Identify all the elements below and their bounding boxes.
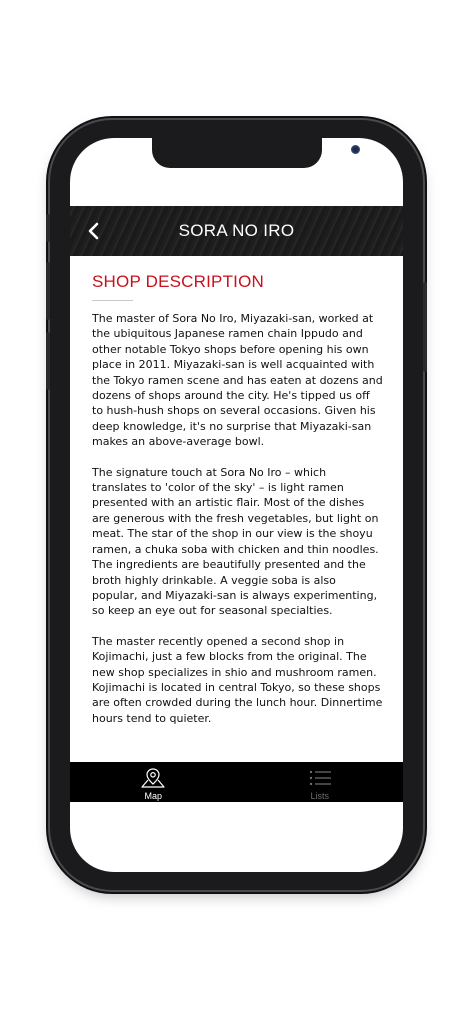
phone-screen: SORA NO IRO SHOP DESCRIPTION The master …: [70, 138, 403, 872]
camera-icon: [351, 145, 360, 154]
power-button: [423, 282, 427, 372]
mute-switch: [46, 214, 50, 242]
section-divider: [92, 300, 133, 301]
description-paragraph: The master of Sora No Iro, Miyazaki-san,…: [92, 312, 383, 449]
chevron-left-icon[interactable]: [84, 221, 104, 241]
tab-map[interactable]: Map: [70, 762, 237, 802]
nav-header: SORA NO IRO: [70, 206, 403, 256]
section-title: SHOP DESCRIPTION: [92, 272, 264, 291]
volume-up-button: [46, 262, 50, 320]
shop-description-content[interactable]: SHOP DESCRIPTION The master of Sora No I…: [70, 256, 403, 762]
description-paragraph: The master recently opened a second shop…: [92, 634, 383, 725]
description-paragraph: The signature touch at Sora No Iro – whi…: [92, 465, 379, 618]
tab-label: Lists: [310, 791, 329, 801]
list-icon: [309, 770, 331, 786]
tab-lists[interactable]: Lists: [237, 762, 404, 802]
volume-down-button: [46, 332, 50, 390]
page-title: SORA NO IRO: [178, 221, 295, 240]
tab-bar: Map Lists: [70, 762, 403, 802]
notch: [152, 138, 360, 168]
tab-label: Map: [144, 791, 162, 801]
map-pin-icon: [141, 768, 165, 788]
